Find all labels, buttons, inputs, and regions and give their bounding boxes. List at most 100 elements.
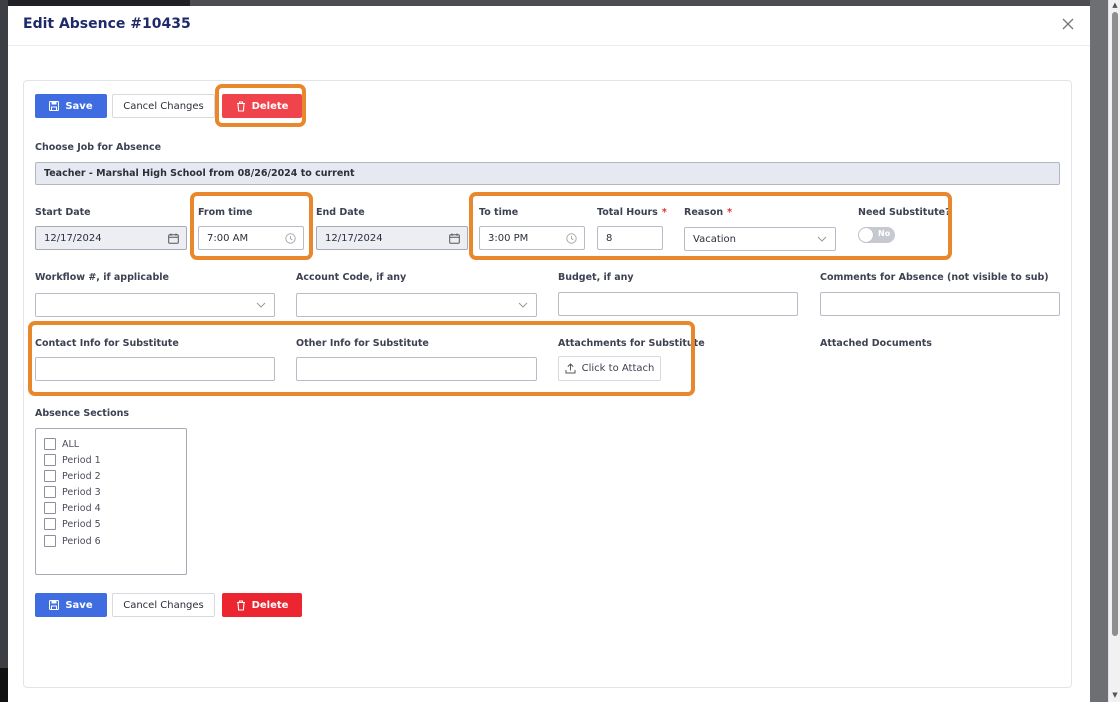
calendar-icon[interactable]: [441, 233, 467, 244]
save-label: Save: [65, 100, 93, 112]
delete-label: Delete: [251, 100, 289, 112]
attach-label: Click to Attach: [581, 363, 655, 374]
total-hours-input[interactable]: 8: [597, 226, 663, 250]
backdrop-right: [1090, 0, 1108, 702]
close-icon[interactable]: [1060, 16, 1076, 32]
reason-select[interactable]: Vacation: [684, 227, 836, 251]
to-time-field[interactable]: 3:00 PM: [479, 226, 585, 250]
absence-sections-label: Absence Sections: [35, 408, 130, 419]
other-info-input[interactable]: [296, 357, 537, 381]
save-button-top[interactable]: Save: [35, 94, 107, 118]
page-scrollbar[interactable]: ▲ ▼: [1108, 0, 1120, 702]
attached-documents-label: Attached Documents: [820, 338, 932, 349]
cancel-label: Cancel Changes: [123, 599, 204, 611]
delete-button-top[interactable]: Delete: [222, 94, 302, 118]
section-item-period-4[interactable]: Period 4: [44, 501, 101, 515]
other-info-label: Other Info for Substitute: [296, 338, 429, 349]
required-mark: *: [727, 207, 733, 218]
to-time-value: 3:00 PM: [488, 232, 529, 244]
checkbox[interactable]: [44, 535, 56, 547]
section-item-period-3[interactable]: Period 3: [44, 485, 101, 499]
section-item-period-6[interactable]: Period 6: [44, 534, 101, 548]
upload-icon: [565, 363, 576, 374]
checkbox[interactable]: [44, 502, 56, 514]
section-item-period-5[interactable]: Period 5: [44, 517, 101, 531]
budget-input[interactable]: [558, 292, 798, 316]
end-date-field[interactable]: 12/17/2024: [316, 226, 468, 250]
reason-value: Vacation: [693, 233, 736, 245]
backdrop-left: [0, 0, 8, 702]
required-mark: *: [661, 207, 667, 218]
attachments-label: Attachments for Substitute: [558, 338, 705, 349]
delete-label: Delete: [251, 599, 289, 611]
section-item-label: Period 6: [62, 535, 101, 547]
workflow-label: Workflow #, if applicable: [35, 272, 169, 283]
total-hours-value: 8: [606, 232, 613, 244]
section-item-label: Period 3: [62, 486, 101, 498]
save-icon: [49, 600, 60, 610]
account-code-label: Account Code, if any: [296, 272, 407, 283]
checkbox[interactable]: [44, 438, 56, 450]
contact-info-label: Contact Info for Substitute: [35, 338, 179, 349]
section-item-period-2[interactable]: Period 2: [44, 469, 101, 483]
calendar-icon[interactable]: [160, 233, 186, 244]
contact-info-input[interactable]: [35, 357, 275, 381]
from-time-field[interactable]: 7:00 AM: [198, 226, 304, 250]
scroll-up-arrow-icon[interactable]: ▲: [1109, 0, 1120, 10]
scroll-down-arrow-icon[interactable]: ▼: [1109, 690, 1120, 700]
from-time-label: From time: [198, 207, 253, 218]
trash-icon: [236, 100, 245, 112]
need-substitute-label: Need Substitute?: [858, 207, 951, 218]
chevron-down-icon: [510, 302, 536, 308]
cancel-changes-button-top[interactable]: Cancel Changes: [112, 94, 215, 118]
chevron-down-icon: [809, 236, 835, 242]
start-date-field[interactable]: 12/17/2024: [35, 226, 187, 250]
chevron-down-icon: [248, 302, 274, 308]
from-time-value: 7:00 AM: [207, 232, 249, 244]
need-substitute-value: No: [878, 229, 891, 238]
total-hours-label: Total Hours *: [597, 207, 667, 218]
budget-label: Budget, if any: [558, 272, 634, 283]
job-label: Choose Job for Absence: [35, 142, 162, 153]
trash-icon: [236, 599, 245, 611]
absence-sections-list: ALL Period 1 Period 2 Period 3 Period 4 …: [35, 428, 187, 575]
job-select[interactable]: Teacher - Marshal High School from 08/26…: [35, 162, 1060, 185]
section-item-label: Period 5: [62, 518, 101, 530]
section-item-label: Period 1: [62, 454, 101, 466]
modal-title: Edit Absence #10435: [23, 16, 191, 32]
clock-icon: [558, 232, 584, 244]
section-item-period-1[interactable]: Period 1: [44, 453, 101, 467]
comments-input[interactable]: [820, 292, 1060, 316]
delete-button-bottom[interactable]: Delete: [222, 593, 302, 617]
section-item-all[interactable]: ALL: [44, 437, 79, 451]
checkbox[interactable]: [44, 454, 56, 466]
save-icon: [49, 101, 60, 111]
toggle-knob: [859, 228, 873, 242]
save-button-bottom[interactable]: Save: [35, 593, 107, 617]
checkbox[interactable]: [44, 486, 56, 498]
checkbox[interactable]: [44, 518, 56, 530]
comments-label: Comments for Absence (not visible to sub…: [820, 272, 1049, 283]
end-date-value: 12/17/2024: [325, 232, 383, 244]
section-item-label: Period 4: [62, 502, 101, 514]
cancel-label: Cancel Changes: [123, 100, 204, 112]
account-code-select[interactable]: [296, 293, 537, 317]
backdrop-corner: [0, 668, 8, 702]
need-substitute-toggle[interactable]: No: [858, 227, 895, 243]
modal-header: Edit Absence #10435: [8, 6, 1090, 46]
section-item-label: ALL: [62, 438, 80, 450]
click-to-attach-button[interactable]: Click to Attach: [558, 356, 661, 381]
total-hours-label-text: Total Hours: [597, 207, 658, 218]
scrollbar-thumb[interactable]: [1112, 12, 1118, 636]
job-value: Teacher - Marshal High School from 08/26…: [44, 168, 355, 179]
reason-label-text: Reason: [684, 207, 724, 218]
section-item-label: Period 2: [62, 470, 101, 482]
start-date-label: Start Date: [35, 207, 91, 218]
start-date-value: 12/17/2024: [44, 232, 102, 244]
to-time-label: To time: [479, 207, 519, 218]
checkbox[interactable]: [44, 470, 56, 482]
workflow-select[interactable]: [35, 293, 275, 317]
save-label: Save: [65, 599, 93, 611]
reason-label: Reason *: [684, 207, 732, 218]
cancel-changes-button-bottom[interactable]: Cancel Changes: [112, 593, 215, 617]
